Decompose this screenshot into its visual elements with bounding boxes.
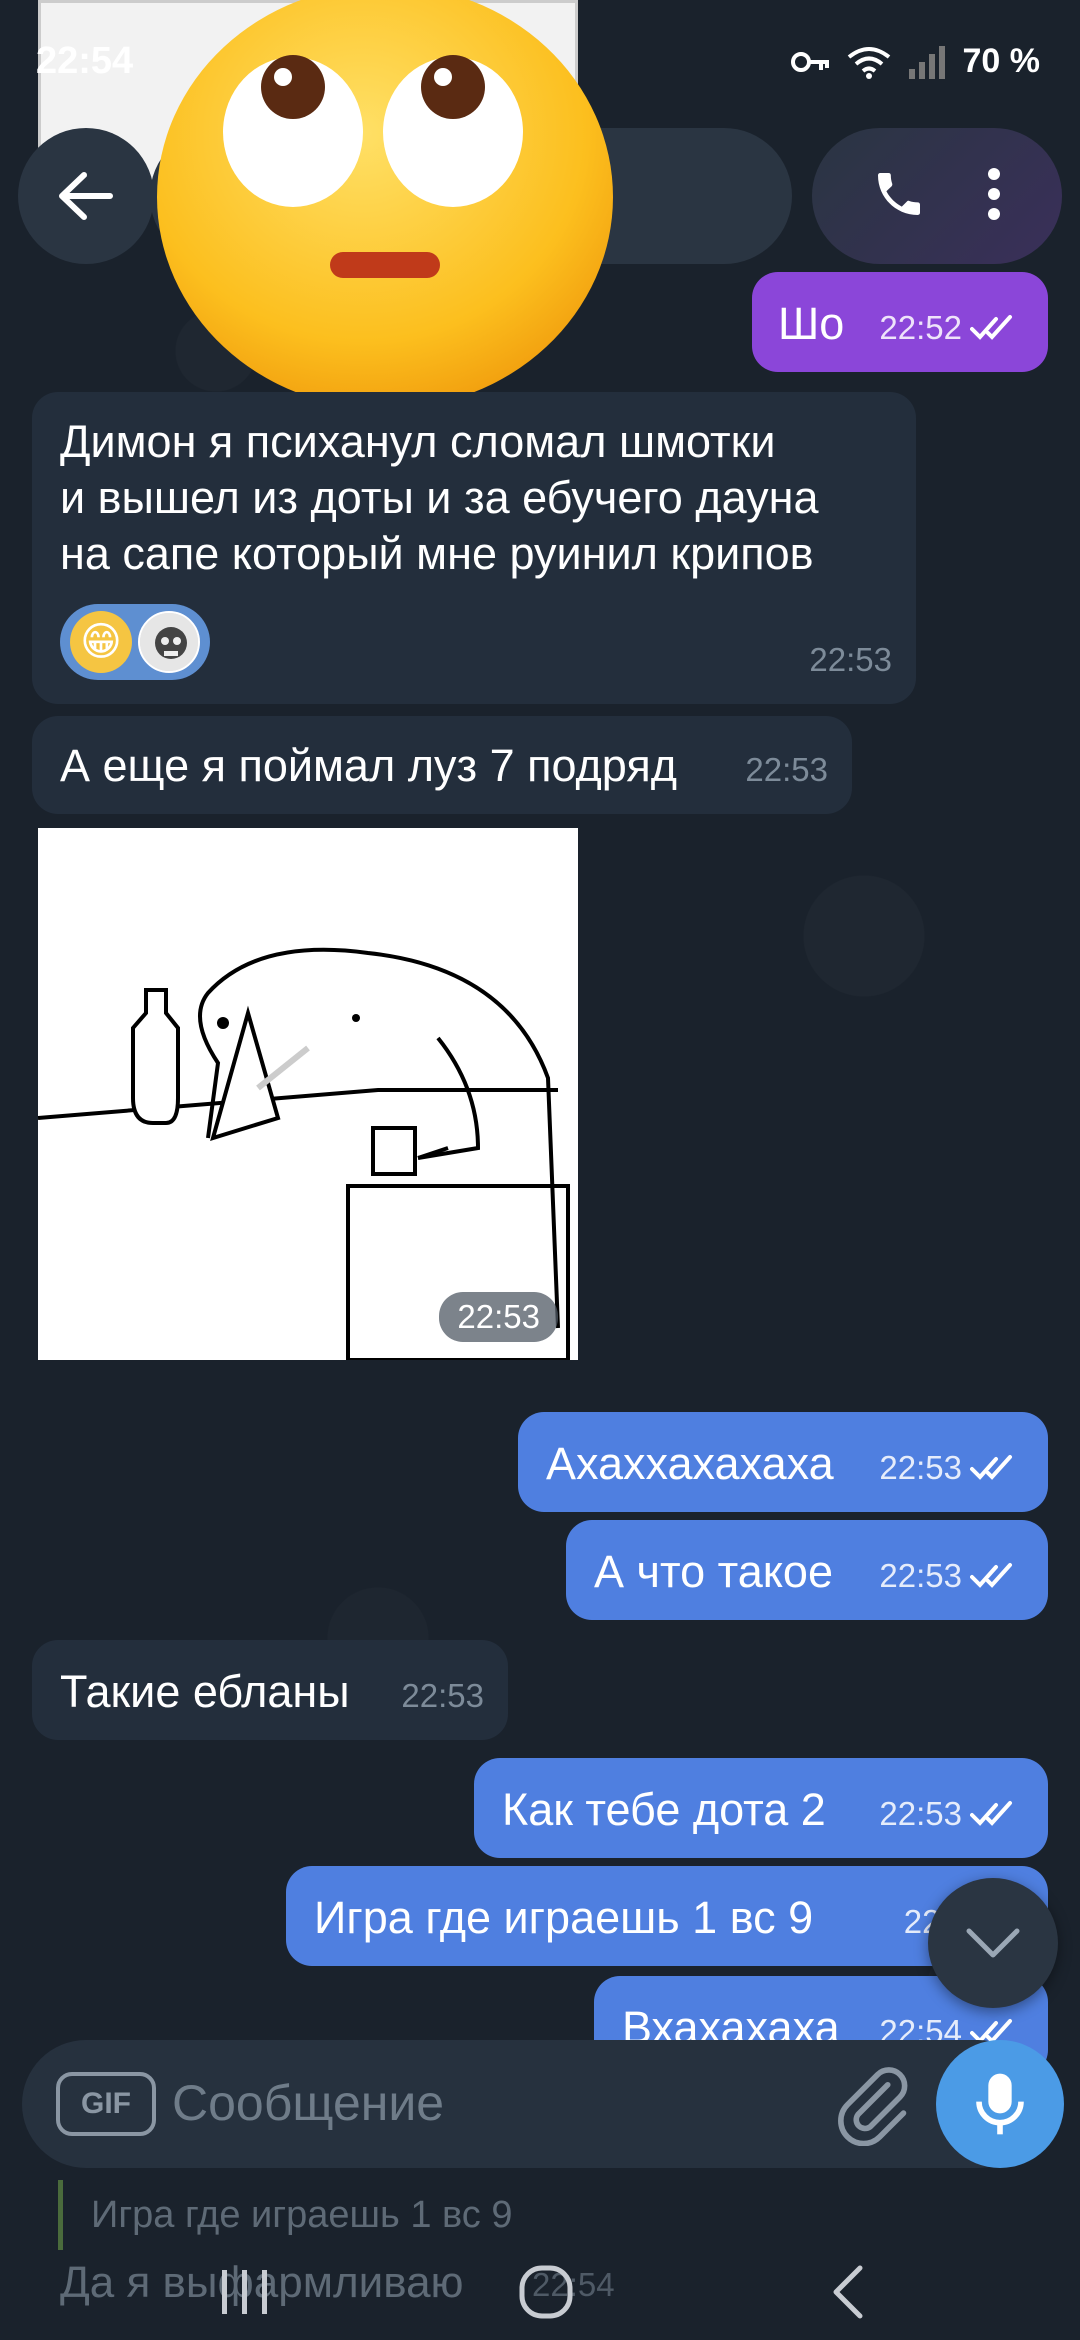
more-vertical-icon: [987, 167, 1000, 220]
message-meta: 22:53: [745, 742, 828, 798]
message-incoming[interactable]: А еще я поймал луз 7 подряд 22:53: [32, 716, 852, 814]
reactor-avatar: [138, 611, 200, 673]
message-outgoing[interactable]: Шо 22:52: [752, 272, 1048, 372]
message-time: 22:53: [879, 1449, 962, 1486]
phone-icon: [877, 172, 920, 215]
sticker-drawing: [37, 947, 570, 1362]
attach-button[interactable]: [830, 2062, 914, 2147]
message-text: Как тебе дота 2: [502, 1784, 826, 1835]
message-text: Ахаххахахаха: [546, 1438, 834, 1489]
message-meta: 22:53: [879, 1548, 1024, 1604]
double-check-icon: [970, 315, 1012, 340]
message-outgoing[interactable]: Ахаххахахаха 22:53: [518, 1412, 1048, 1512]
message-text: Игра где играешь 1 вс 9: [314, 1892, 814, 1943]
system-nav-bar: [0, 2220, 1080, 2340]
message-time: 22:53: [745, 751, 828, 788]
message-time: 22:53: [879, 1795, 962, 1832]
message-outgoing[interactable]: А что такое 22:53: [566, 1520, 1048, 1620]
chevron-left-icon: [833, 2265, 863, 2319]
eye-roll-emoji-avatar[interactable]: [155, 0, 615, 412]
message-time: 22:53: [439, 1292, 558, 1342]
recents-icon: [222, 2270, 267, 2314]
arrow-left-icon: [59, 172, 113, 220]
grinning-emoji-icon: 😁: [70, 611, 132, 673]
back-button[interactable]: [18, 128, 154, 264]
message-meta: 22:53: [401, 1668, 484, 1724]
gif-button[interactable]: GIF: [56, 2072, 156, 2136]
reactions: 😁: [60, 604, 888, 680]
message-incoming[interactable]: Такие ебланы 22:53: [32, 1640, 508, 1740]
scroll-down-button[interactable]: [928, 1878, 1058, 2008]
message-meta: 22:53: [809, 632, 892, 688]
message-time: 22:53: [401, 1677, 484, 1714]
message-outgoing[interactable]: Как тебе дота 2 22:53: [474, 1758, 1048, 1858]
home-icon: [519, 2265, 573, 2319]
signal-icon: [908, 45, 945, 79]
status-time: 22:54: [36, 40, 134, 82]
message-composer: GIF Сообщение: [22, 2040, 1042, 2168]
message-text-line: и вышел из доты и за ебучего дауна: [60, 472, 819, 523]
paperclip-icon: [838, 2067, 908, 2147]
message-meta: 22:53: [879, 1786, 1024, 1842]
message-time: 22:53: [809, 641, 892, 678]
message-input[interactable]: Сообщение: [172, 2074, 444, 2132]
reaction-pill[interactable]: 😁: [60, 604, 210, 680]
header-actions: [812, 128, 1062, 264]
mic-button[interactable]: [936, 2040, 1064, 2168]
message-incoming[interactable]: Димон я психанул сломал шмотки и вышел и…: [32, 392, 916, 704]
message-time: 22:53: [879, 1557, 962, 1594]
double-check-icon: [970, 1563, 1012, 1588]
battery-percent: 70 %: [962, 42, 1041, 80]
double-check-icon: [970, 1455, 1012, 1480]
message-text-line: на сапе который мне руинил крипов: [60, 528, 814, 579]
message-time: 22:52: [879, 309, 962, 346]
more-button[interactable]: [984, 164, 1004, 229]
wifi-icon: [847, 46, 890, 79]
call-button[interactable]: [871, 166, 927, 227]
message-text: А еще я поймал луз 7 подряд: [60, 740, 677, 791]
message-text: Шо: [778, 298, 845, 349]
sticker-image[interactable]: 22:53: [37, 828, 578, 1362]
message-meta: 22:53: [879, 1440, 1024, 1496]
message-meta: 22:52: [879, 300, 1024, 356]
message-text: Такие ебланы: [60, 1666, 350, 1717]
home-button[interactable]: [506, 2252, 586, 2332]
message-text-line: Димон я психанул сломал шмотки: [60, 416, 776, 467]
double-check-icon: [970, 1801, 1012, 1826]
key-icon: [790, 51, 829, 72]
recent-apps-button[interactable]: [204, 2252, 284, 2332]
message-text: А что такое: [594, 1546, 833, 1597]
chevron-down-icon: [966, 1928, 1020, 1958]
status-icons: 70 %: [790, 42, 1041, 81]
nav-back-button[interactable]: [808, 2252, 888, 2332]
microphone-icon: [976, 2073, 1024, 2135]
